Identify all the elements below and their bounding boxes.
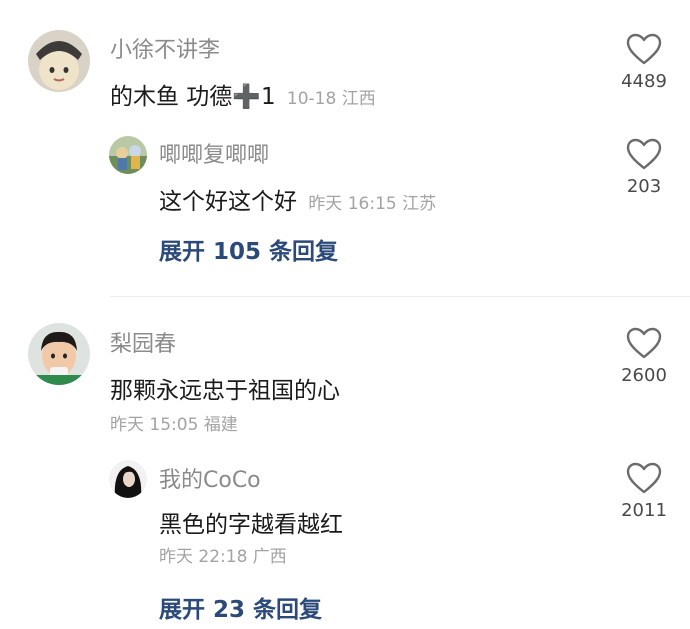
- comment-username[interactable]: 小徐不讲李: [110, 32, 220, 64]
- expand-replies-button[interactable]: 展开 105 条回复: [159, 232, 338, 266]
- like-button[interactable]: 2600: [614, 327, 674, 386]
- expand-replies-button[interactable]: 展开 23 条回复: [159, 590, 322, 624]
- comment-meta: 昨天 15:05 福建: [110, 415, 238, 435]
- reply-meta: 昨天 16:15 江苏: [308, 194, 437, 214]
- reply-like-button[interactable]: 2011: [614, 462, 674, 521]
- comment-text-body: 的木鱼 功德: [110, 84, 233, 110]
- plus-emoji-icon: ➕: [232, 84, 261, 110]
- avatar-jiji[interactable]: [109, 136, 147, 174]
- avatar-liyuanchun[interactable]: [28, 323, 90, 385]
- reply-text: 黑色的字越看越红: [159, 512, 343, 538]
- comment-text: 那颗永远忠于祖国的心: [110, 378, 340, 404]
- like-count: 2600: [621, 365, 667, 386]
- avatar-coco[interactable]: [109, 460, 147, 498]
- comment-text: 的木鱼 功德➕1 10-18 江西: [110, 77, 376, 111]
- like-count: 203: [626, 176, 662, 197]
- like-count: 2011: [621, 500, 667, 521]
- reply-like-button[interactable]: 203: [614, 138, 674, 197]
- reply-meta: 昨天 22:18 广西: [159, 547, 287, 567]
- heart-outline-icon: [626, 462, 662, 494]
- comment-divider: [110, 296, 690, 297]
- reply-username[interactable]: 我的CoCo: [159, 462, 261, 494]
- heart-outline-icon: [626, 33, 662, 65]
- comment-text-suffix: 1: [260, 84, 276, 110]
- heart-outline-icon: [626, 138, 662, 170]
- avatar-xiaoxu[interactable]: [28, 30, 90, 92]
- reply-text: 这个好这个好 昨天 16:15 江苏: [159, 182, 436, 216]
- comment-username[interactable]: 梨园春: [110, 326, 176, 358]
- like-button[interactable]: 4489: [614, 33, 674, 92]
- comment-meta: 10-18 江西: [286, 89, 376, 109]
- like-count: 4489: [621, 71, 667, 92]
- reply-username[interactable]: 唧唧复唧唧: [159, 137, 269, 169]
- heart-outline-icon: [626, 327, 662, 359]
- reply-text-body: 这个好这个好: [159, 189, 297, 215]
